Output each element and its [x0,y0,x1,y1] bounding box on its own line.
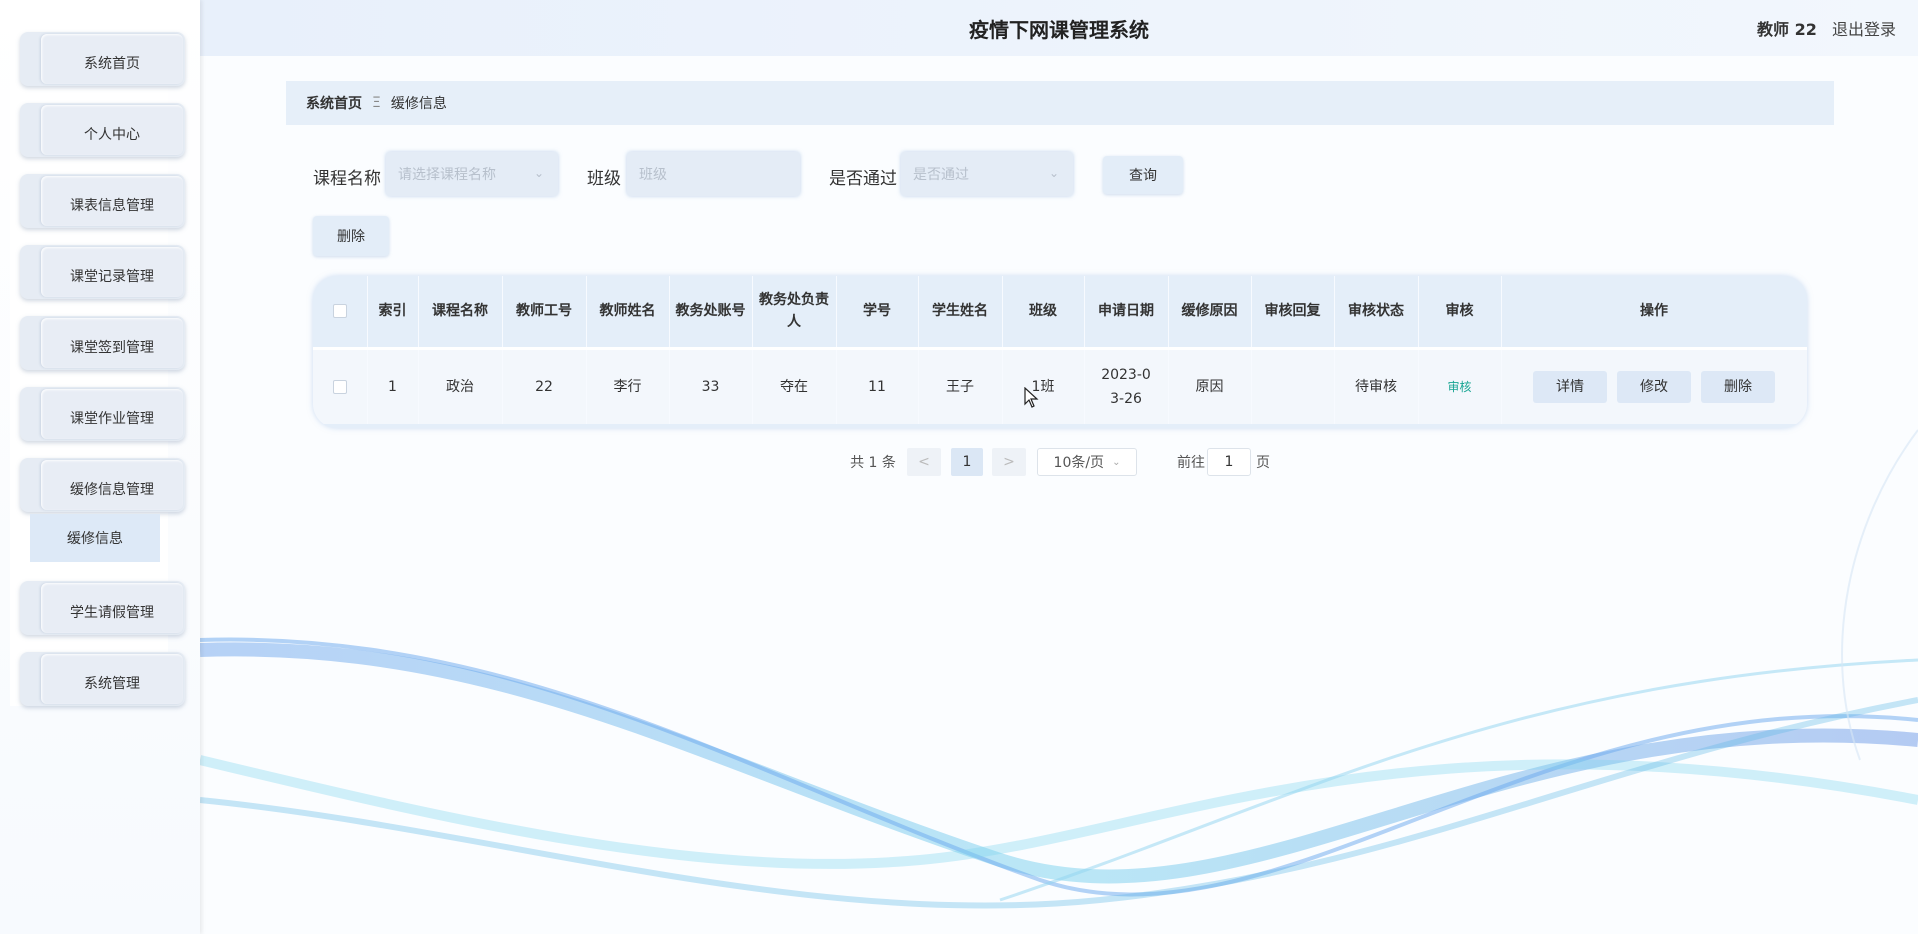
table-header: 学生姓名 [918,276,1003,348]
sidebar-item-schedule[interactable]: 课表信息管理 [20,174,185,228]
cell-office-account: 33 [669,346,753,424]
user-box: 教师 22 退出登录 [1757,16,1896,40]
class-input-placeholder: 班级 [639,167,667,183]
sidebar-item-label: 课表信息管理 [41,176,183,226]
goto-label: 前往 [1177,455,1205,471]
table-header: 操作 [1501,276,1807,348]
cell-status: 待审核 [1334,346,1419,424]
breadcrumb: 系统首页 Ξ 缓修信息 [286,81,1834,125]
cell-actions: 详情 修改 删除 [1501,346,1807,424]
table-header: 审核 [1418,276,1502,348]
passed-select-placeholder: 是否通过 [913,167,969,183]
query-button[interactable]: 查询 [1103,156,1183,194]
top-header: 疫情下网课管理系统 教师 22 退出登录 [200,0,1918,56]
edit-button[interactable]: 修改 [1617,370,1691,403]
audit-link[interactable]: 审核 [1447,380,1471,394]
cell-course: 政治 [418,346,503,424]
class-input[interactable]: 班级 [627,152,800,196]
table-header: 教师姓名 [586,276,670,348]
chevron-down-icon: ⌄ [1112,456,1121,468]
sidebar-item-label: 缓修信息管理 [41,460,183,510]
table-header: 课程名称 [418,276,503,348]
page-suffix: 页 [1256,455,1270,471]
sidebar: 系统首页 个人中心 课表信息管理 课堂记录管理 课堂签到管理 课堂作业管理 缓修… [0,0,200,934]
table-header: 教务处账号 [669,276,753,348]
course-select[interactable]: 请选择课程名称 ⌄ [386,152,558,196]
pagination-total: 共 1 条 [850,455,896,471]
table-header: 申请日期 [1084,276,1169,348]
table-header: 教师工号 [502,276,587,348]
logout-link[interactable]: 退出登录 [1832,20,1896,39]
sidebar-item-check-in[interactable]: 课堂签到管理 [20,316,185,370]
cell-index: 1 [367,346,419,424]
sidebar-item-label: 系统管理 [41,654,183,704]
cell-student-id: 11 [836,346,919,424]
next-page-button[interactable]: > [992,448,1026,476]
sidebar-item-label: 课堂签到管理 [41,318,183,368]
table-header: 班级 [1002,276,1085,348]
sidebar-item-label: 课堂记录管理 [41,247,183,297]
cell-reply [1251,346,1335,424]
sidebar-item-homework[interactable]: 课堂作业管理 [20,387,185,441]
apply-date-text: 2023-03-26 [1101,366,1151,407]
goto-page-input[interactable]: 1 [1207,448,1251,476]
cell-audit: 审核 [1418,346,1502,424]
sidebar-item-deferral[interactable]: 缓修信息管理 [20,458,185,512]
pagination: 共 1 条 < 1 > 10条/页 ⌄ 前往 1 页 [850,448,1280,478]
page-number-1[interactable]: 1 [951,448,983,476]
table-header: 审核回复 [1251,276,1335,348]
table-header: 缓修原因 [1168,276,1252,348]
data-table: 索引 课程名称 教师工号 教师姓名 教务处账号 教务处负责人 学号 学生姓名 班… [313,276,1807,428]
passed-select[interactable]: 是否通过 ⌄ [901,152,1073,196]
table-row: 1 政治 22 李行 33 夺在 11 王子 1班 2023-03-26 原因 … [313,346,1807,424]
sidebar-item-label: 课堂作业管理 [41,389,183,439]
chevron-down-icon: ⌄ [1048,166,1059,180]
breadcrumb-home[interactable]: 系统首页 [306,93,362,113]
app-title: 疫情下网课管理系统 [969,18,1149,42]
sidebar-item-leave[interactable]: 学生请假管理 [20,581,185,635]
chevron-down-icon: ⌄ [533,166,544,180]
passed-label: 是否通过 [829,169,897,189]
sidebar-item-class-record[interactable]: 课堂记录管理 [20,245,185,299]
prev-page-button[interactable]: < [907,448,941,476]
batch-delete-button[interactable]: 删除 [313,216,389,256]
select-all-checkbox[interactable] [332,304,347,319]
cell-office-head: 夺在 [752,346,837,424]
delete-button[interactable]: 删除 [1701,370,1775,403]
user-name: 教师 22 [1757,20,1817,39]
header-select-all [313,276,368,348]
sidebar-subitem-deferral-info[interactable]: 缓修信息 [30,514,160,562]
sidebar-item-label: 个人中心 [41,105,183,155]
breadcrumb-current: 缓修信息 [390,96,447,112]
row-select-cell [313,346,368,424]
table-header: 审核状态 [1334,276,1419,348]
table-header-row: 索引 课程名称 教师工号 教师姓名 教务处账号 教务处负责人 学号 学生姓名 班… [313,276,1807,348]
table-header: 学号 [836,276,919,348]
class-label: 班级 [587,169,621,189]
sidebar-item-label: 系统首页 [41,34,183,84]
sidebar-item-label: 学生请假管理 [41,583,183,633]
mouse-pointer-icon [1024,387,1039,408]
row-checkbox[interactable] [332,379,347,394]
breadcrumb-separator-icon: Ξ [372,95,381,111]
cell-reason: 原因 [1168,346,1252,424]
course-label: 课程名称 [313,169,381,189]
cell-class: 1班 [1002,346,1085,424]
table-header: 索引 [367,276,419,348]
table-header: 教务处负责人 [752,276,837,348]
page-size-select[interactable]: 10条/页 ⌄ [1037,448,1137,476]
cell-teacher-name: 李行 [586,346,670,424]
cell-student-name: 王子 [918,346,1003,424]
sidebar-item-personal-center[interactable]: 个人中心 [20,103,185,157]
cell-teacher-id: 22 [502,346,587,424]
detail-button[interactable]: 详情 [1533,370,1607,403]
course-select-placeholder: 请选择课程名称 [398,167,496,183]
sidebar-item-system[interactable]: 系统管理 [20,652,185,706]
cell-apply-date: 2023-03-26 [1084,346,1169,424]
page-size-value: 10条/页 [1053,455,1105,471]
sidebar-item-home[interactable]: 系统首页 [20,32,185,86]
